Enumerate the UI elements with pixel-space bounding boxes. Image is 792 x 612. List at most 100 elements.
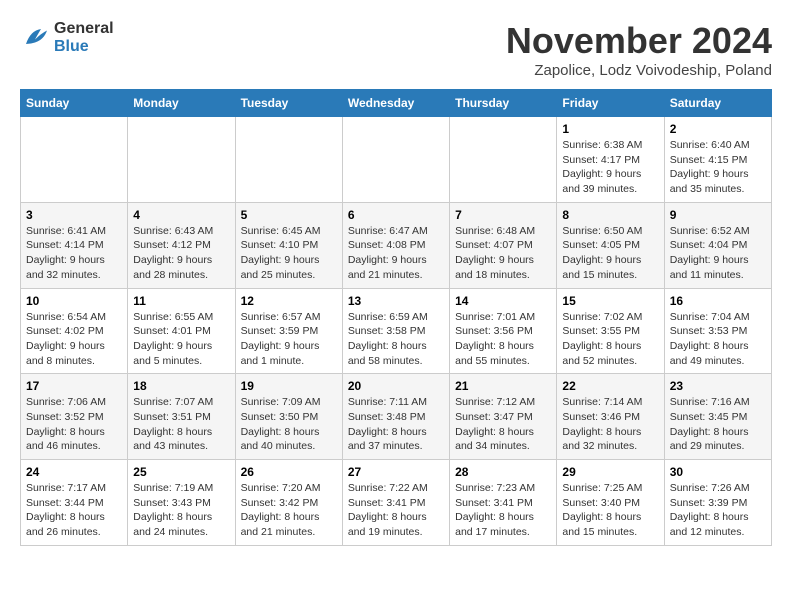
day-number: 5 <box>241 208 337 222</box>
day-info: Sunrise: 7:25 AM Sunset: 3:40 PM Dayligh… <box>562 481 658 540</box>
title-block: November 2024 Zapolice, Lodz Voivodeship… <box>506 20 772 79</box>
day-info: Sunrise: 6:43 AM Sunset: 4:12 PM Dayligh… <box>133 224 229 283</box>
calendar-cell: 5 Sunrise: 6:45 AM Sunset: 4:10 PM Daylig… <box>235 202 342 288</box>
day-number: 11 <box>133 294 229 308</box>
calendar-cell: 14 Sunrise: 7:01 AM Sunset: 3:56 PM Dayli… <box>450 288 557 374</box>
calendar-cell <box>235 117 342 203</box>
calendar-week-4: 24 Sunrise: 7:17 AM Sunset: 3:44 PM Dayli… <box>21 460 772 546</box>
day-info: Sunrise: 7:01 AM Sunset: 3:56 PM Dayligh… <box>455 310 551 369</box>
day-info: Sunrise: 7:23 AM Sunset: 3:41 PM Dayligh… <box>455 481 551 540</box>
calendar-cell: 25Sunrise: 7:19 AM Sunset: 3:43 PM Dayli… <box>128 460 235 546</box>
day-info: Sunrise: 7:26 AM Sunset: 3:39 PM Dayligh… <box>670 481 766 540</box>
day-number: 24 <box>26 465 122 479</box>
calendar-header-row: SundayMondayTuesdayWednesdayThursdayFrid… <box>21 90 772 117</box>
day-info: Sunrise: 6:38 AM Sunset: 4:17 PM Dayligh… <box>562 138 658 197</box>
day-number: 2 <box>670 122 766 136</box>
day-number: 15 <box>562 294 658 308</box>
day-number: 16 <box>670 294 766 308</box>
day-number: 28 <box>455 465 551 479</box>
day-info: Sunrise: 6:48 AM Sunset: 4:07 PM Dayligh… <box>455 224 551 283</box>
day-info: Sunrise: 7:22 AM Sunset: 3:41 PM Dayligh… <box>348 481 444 540</box>
day-info: Sunrise: 6:50 AM Sunset: 4:05 PM Dayligh… <box>562 224 658 283</box>
column-header-saturday: Saturday <box>664 90 771 117</box>
day-number: 20 <box>348 379 444 393</box>
calendar-cell: 29 Sunrise: 7:25 AM Sunset: 3:40 PM Dayli… <box>557 460 664 546</box>
calendar-cell: 12Sunrise: 6:57 AM Sunset: 3:59 PM Dayli… <box>235 288 342 374</box>
calendar-cell <box>128 117 235 203</box>
calendar-cell: 18 Sunrise: 7:07 AM Sunset: 3:51 PM Dayli… <box>128 374 235 460</box>
day-number: 10 <box>26 294 122 308</box>
day-number: 1 <box>562 122 658 136</box>
calendar-cell: 13 Sunrise: 6:59 AM Sunset: 3:58 PM Dayli… <box>342 288 449 374</box>
page-header: General Blue November 2024 Zapolice, Lod… <box>20 20 772 79</box>
calendar-cell: 4 Sunrise: 6:43 AM Sunset: 4:12 PM Daylig… <box>128 202 235 288</box>
day-number: 30 <box>670 465 766 479</box>
day-number: 19 <box>241 379 337 393</box>
calendar-cell: 30 Sunrise: 7:26 AM Sunset: 3:39 PM Dayli… <box>664 460 771 546</box>
day-number: 12 <box>241 294 337 308</box>
day-info: Sunrise: 7:19 AM Sunset: 3:43 PM Dayligh… <box>133 481 229 540</box>
day-info: Sunrise: 7:09 AM Sunset: 3:50 PM Dayligh… <box>241 395 337 454</box>
day-info: Sunrise: 7:17 AM Sunset: 3:44 PM Dayligh… <box>26 481 122 540</box>
calendar-cell: 2 Sunrise: 6:40 AM Sunset: 4:15 PM Daylig… <box>664 117 771 203</box>
day-info: Sunrise: 7:07 AM Sunset: 3:51 PM Dayligh… <box>133 395 229 454</box>
calendar-cell: 16 Sunrise: 7:04 AM Sunset: 3:53 PM Dayli… <box>664 288 771 374</box>
month-title: November 2024 <box>506 20 772 62</box>
day-info: Sunrise: 6:52 AM Sunset: 4:04 PM Dayligh… <box>670 224 766 283</box>
day-info: Sunrise: 7:14 AM Sunset: 3:46 PM Dayligh… <box>562 395 658 454</box>
column-header-thursday: Thursday <box>450 90 557 117</box>
day-number: 14 <box>455 294 551 308</box>
day-info: Sunrise: 6:41 AM Sunset: 4:14 PM Dayligh… <box>26 224 122 283</box>
day-number: 7 <box>455 208 551 222</box>
calendar-cell: 6 Sunrise: 6:47 AM Sunset: 4:08 PM Daylig… <box>342 202 449 288</box>
calendar-cell <box>342 117 449 203</box>
day-number: 6 <box>348 208 444 222</box>
day-number: 27 <box>348 465 444 479</box>
calendar-week-1: 3 Sunrise: 6:41 AM Sunset: 4:14 PM Daylig… <box>21 202 772 288</box>
calendar-cell: 10 Sunrise: 6:54 AM Sunset: 4:02 PM Dayli… <box>21 288 128 374</box>
day-info: Sunrise: 6:40 AM Sunset: 4:15 PM Dayligh… <box>670 138 766 197</box>
day-info: Sunrise: 6:45 AM Sunset: 4:10 PM Dayligh… <box>241 224 337 283</box>
day-number: 4 <box>133 208 229 222</box>
day-number: 13 <box>348 294 444 308</box>
day-info: Sunrise: 7:04 AM Sunset: 3:53 PM Dayligh… <box>670 310 766 369</box>
column-header-monday: Monday <box>128 90 235 117</box>
day-number: 29 <box>562 465 658 479</box>
calendar-cell: 27 Sunrise: 7:22 AM Sunset: 3:41 PM Dayli… <box>342 460 449 546</box>
column-header-sunday: Sunday <box>21 90 128 117</box>
calendar-cell: 24 Sunrise: 7:17 AM Sunset: 3:44 PM Dayli… <box>21 460 128 546</box>
day-info: Sunrise: 6:55 AM Sunset: 4:01 PM Dayligh… <box>133 310 229 369</box>
day-info: Sunrise: 7:20 AM Sunset: 3:42 PM Dayligh… <box>241 481 337 540</box>
day-info: Sunrise: 6:54 AM Sunset: 4:02 PM Dayligh… <box>26 310 122 369</box>
calendar-week-2: 10 Sunrise: 6:54 AM Sunset: 4:02 PM Dayli… <box>21 288 772 374</box>
location-subtitle: Zapolice, Lodz Voivodeship, Poland <box>506 62 772 79</box>
day-number: 26 <box>241 465 337 479</box>
logo: General Blue <box>20 20 114 56</box>
day-info: Sunrise: 7:06 AM Sunset: 3:52 PM Dayligh… <box>26 395 122 454</box>
calendar-cell: 11 Sunrise: 6:55 AM Sunset: 4:01 PM Dayli… <box>128 288 235 374</box>
day-number: 21 <box>455 379 551 393</box>
column-header-tuesday: Tuesday <box>235 90 342 117</box>
calendar-cell: 3 Sunrise: 6:41 AM Sunset: 4:14 PM Daylig… <box>21 202 128 288</box>
calendar-cell: 23Sunrise: 7:16 AM Sunset: 3:45 PM Dayli… <box>664 374 771 460</box>
column-header-wednesday: Wednesday <box>342 90 449 117</box>
day-number: 8 <box>562 208 658 222</box>
calendar-cell: 1 Sunrise: 6:38 AM Sunset: 4:17 PM Daylig… <box>557 117 664 203</box>
calendar-cell: 15Sunrise: 7:02 AM Sunset: 3:55 PM Dayli… <box>557 288 664 374</box>
day-info: Sunrise: 6:47 AM Sunset: 4:08 PM Dayligh… <box>348 224 444 283</box>
calendar-cell: 21 Sunrise: 7:12 AM Sunset: 3:47 PM Dayli… <box>450 374 557 460</box>
day-number: 18 <box>133 379 229 393</box>
day-number: 17 <box>26 379 122 393</box>
day-info: Sunrise: 7:12 AM Sunset: 3:47 PM Dayligh… <box>455 395 551 454</box>
day-number: 23 <box>670 379 766 393</box>
calendar-cell: 20 Sunrise: 7:11 AM Sunset: 3:48 PM Dayli… <box>342 374 449 460</box>
calendar-cell: 28 Sunrise: 7:23 AM Sunset: 3:41 PM Dayli… <box>450 460 557 546</box>
day-number: 22 <box>562 379 658 393</box>
day-number: 3 <box>26 208 122 222</box>
calendar-week-0: 1 Sunrise: 6:38 AM Sunset: 4:17 PM Daylig… <box>21 117 772 203</box>
calendar-week-3: 17 Sunrise: 7:06 AM Sunset: 3:52 PM Dayli… <box>21 374 772 460</box>
calendar-cell <box>21 117 128 203</box>
day-info: Sunrise: 6:59 AM Sunset: 3:58 PM Dayligh… <box>348 310 444 369</box>
calendar-cell: 22 Sunrise: 7:14 AM Sunset: 3:46 PM Dayli… <box>557 374 664 460</box>
day-info: Sunrise: 7:11 AM Sunset: 3:48 PM Dayligh… <box>348 395 444 454</box>
